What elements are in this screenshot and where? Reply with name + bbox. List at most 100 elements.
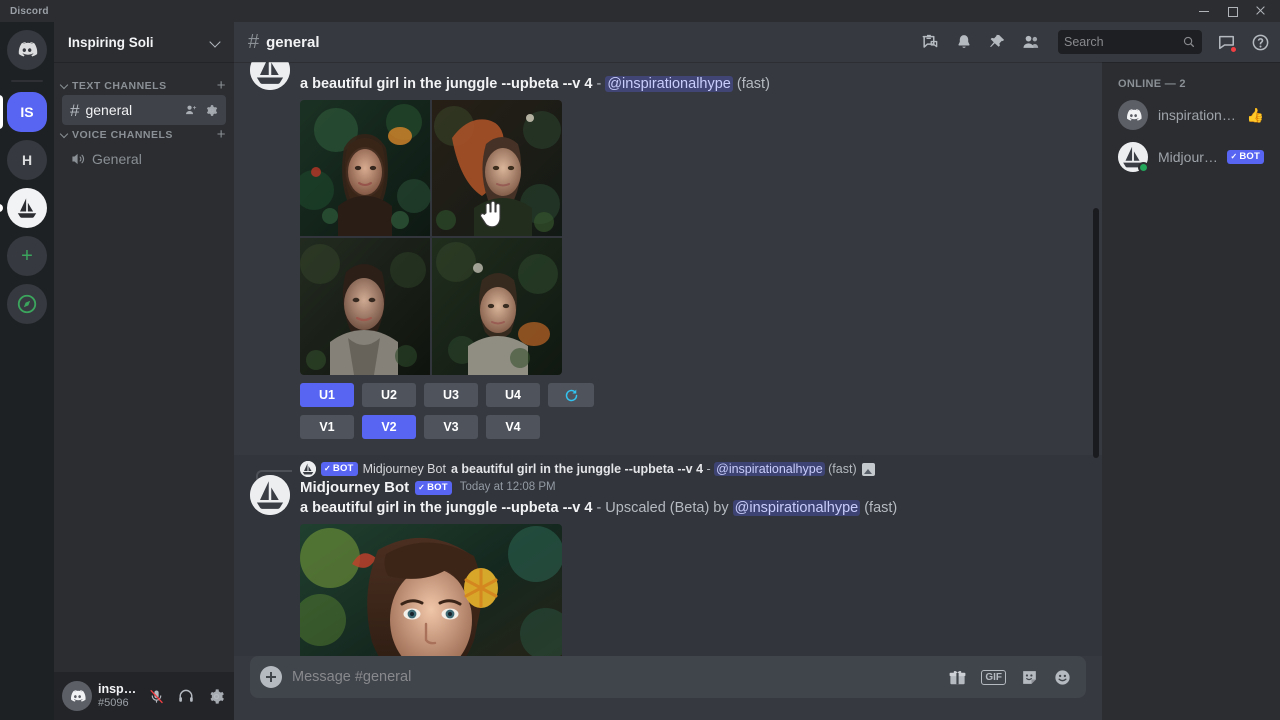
reply-separator: - (703, 462, 714, 476)
channel-settings-gear-icon[interactable] (205, 104, 218, 117)
create-voice-channel-button[interactable]: + (217, 130, 226, 140)
message-image-grid[interactable] (300, 100, 562, 375)
close-button[interactable] (1254, 5, 1266, 17)
deafen-button[interactable] (174, 684, 198, 708)
app-body: IS H + (0, 22, 1280, 720)
server-active-pill (0, 95, 3, 129)
category-text-channels[interactable]: Text Channels + (54, 78, 234, 94)
bell-icon[interactable] (955, 33, 973, 51)
minimize-button[interactable] (1198, 5, 1210, 17)
maximize-button[interactable] (1226, 5, 1238, 17)
gear-icon (208, 688, 225, 705)
message-composer: Message #general (234, 656, 1102, 720)
create-text-channel-button[interactable]: + (217, 81, 226, 91)
bot-badge: ✓BOT (415, 481, 452, 495)
variation-v3-button[interactable]: V3 (424, 415, 478, 439)
discord-window: Discord IS H (0, 0, 1280, 720)
scrollbar[interactable] (1092, 70, 1100, 648)
user-settings-button[interactable] (204, 684, 228, 708)
sidebar-item-voice-general-label: General (92, 151, 218, 167)
mention-inspirationalhype[interactable]: @inspirationalhype (605, 76, 733, 92)
message-input[interactable]: Message #general (292, 669, 948, 685)
variation-v2-button[interactable]: V2 (362, 415, 416, 439)
reply-avatar (300, 461, 316, 477)
guild-name: Inspiring Soli (68, 35, 210, 50)
message-speed: (fast) (860, 500, 897, 516)
window-controls (1198, 5, 1280, 17)
gif-button[interactable]: GIF (981, 670, 1006, 685)
upscale-u3-button[interactable]: U3 (424, 383, 478, 407)
attach-file-button[interactable] (250, 656, 292, 698)
title-bar: Discord (0, 0, 1280, 22)
compass-icon (16, 293, 38, 315)
page-title: general (266, 34, 319, 51)
message-speed: (fast) (733, 76, 770, 92)
message-header: Midjourney Bot ✓BOT Today at 12:08 PM (300, 479, 1054, 497)
create-invite-icon[interactable] (184, 103, 198, 117)
message-text: a beautiful girl in the junggle --upbeta… (300, 62, 1054, 94)
user-info[interactable]: inspiration... #5096 (98, 682, 138, 709)
gift-icon[interactable] (948, 668, 967, 687)
reply-prompt: a beautiful girl in the junggle --upbeta… (451, 462, 703, 476)
message-author[interactable]: Midjourney Bot (300, 479, 409, 497)
explore-servers-button[interactable] (7, 284, 47, 324)
sailboat-icon (13, 194, 41, 222)
speaker-icon (70, 151, 86, 167)
upscale-u2-button[interactable]: U2 (362, 383, 416, 407)
member-inspirationalhype[interactable]: inspirationalhype 👍 (1110, 94, 1272, 136)
category-voice-channels[interactable]: Voice Channels + (54, 127, 234, 143)
channel-sidebar: Inspiring Soli Text Channels + # general (54, 22, 234, 720)
caret-down-icon (60, 82, 69, 91)
server-midjourney[interactable] (7, 188, 47, 228)
message-column: a beautiful girl in the junggle --upbeta… (234, 62, 1102, 720)
members-icon[interactable] (1021, 32, 1041, 52)
reroll-icon (564, 388, 579, 403)
message-scroller[interactable]: a beautiful girl in the junggle --upbeta… (234, 62, 1102, 656)
mention-inspirationalhype[interactable]: @inspirationalhype (733, 500, 861, 516)
add-server-button[interactable]: + (7, 236, 47, 276)
variation-v1-button[interactable]: V1 (300, 415, 354, 439)
header-toolbar: Search (920, 30, 1270, 54)
avatar[interactable] (250, 62, 290, 90)
message-separator: - (592, 76, 605, 92)
avatar[interactable] (250, 475, 290, 515)
threads-icon[interactable] (920, 32, 940, 52)
sticker-icon[interactable] (1020, 668, 1039, 687)
pin-icon[interactable] (988, 33, 1006, 51)
home-button[interactable] (7, 30, 47, 70)
reroll-button[interactable] (548, 383, 594, 407)
inbox-icon[interactable] (1217, 33, 1236, 52)
message-text: a beautiful girl in the junggle --upbeta… (300, 498, 1054, 518)
reply-mention[interactable]: @inspirationalhype (714, 462, 825, 476)
category-text-channels-label: Text Channels (72, 80, 217, 92)
server-inspiring-soli[interactable]: IS (7, 92, 47, 132)
server-h[interactable]: H (7, 140, 47, 180)
member-midjourney-bot[interactable]: Midjourney Bot ✓BOT (1110, 136, 1272, 178)
search-input[interactable]: Search (1058, 30, 1202, 54)
member-name-text: inspirationalhype (1158, 107, 1243, 123)
discord-logo-icon (1124, 106, 1143, 125)
help-icon[interactable] (1251, 33, 1270, 52)
avatar[interactable] (62, 681, 92, 711)
sailboat-icon (300, 461, 316, 477)
member-name: inspirationalhype 👍 (1158, 107, 1264, 124)
upscale-u4-button[interactable]: U4 (486, 383, 540, 407)
reply-reference[interactable]: ✓BOT Midjourney Bot a beautiful girl in … (300, 461, 1054, 477)
upscale-u1-button[interactable]: U1 (300, 383, 354, 407)
sidebar-item-general[interactable]: # general (62, 95, 226, 125)
member-name: Midjourney Bot ✓BOT (1158, 149, 1264, 165)
composer-box[interactable]: Message #general (250, 656, 1086, 698)
message-image-upscaled[interactable] (300, 524, 562, 656)
mute-microphone-button[interactable] (144, 684, 168, 708)
scrollbar-thumb[interactable] (1093, 208, 1099, 458)
reply-bot-badge-label: BOT (333, 463, 354, 475)
reply-image-thumb-icon (862, 463, 875, 476)
variation-v4-button[interactable]: V4 (486, 415, 540, 439)
bot-badge-label: BOT (1239, 151, 1260, 163)
sidebar-item-voice-general[interactable]: General (62, 144, 226, 174)
emoji-icon[interactable] (1053, 668, 1072, 687)
avatar (1118, 100, 1148, 130)
upscaled-portrait (300, 524, 562, 656)
bot-badge: ✓BOT (1227, 150, 1264, 164)
guild-header[interactable]: Inspiring Soli (54, 22, 234, 62)
